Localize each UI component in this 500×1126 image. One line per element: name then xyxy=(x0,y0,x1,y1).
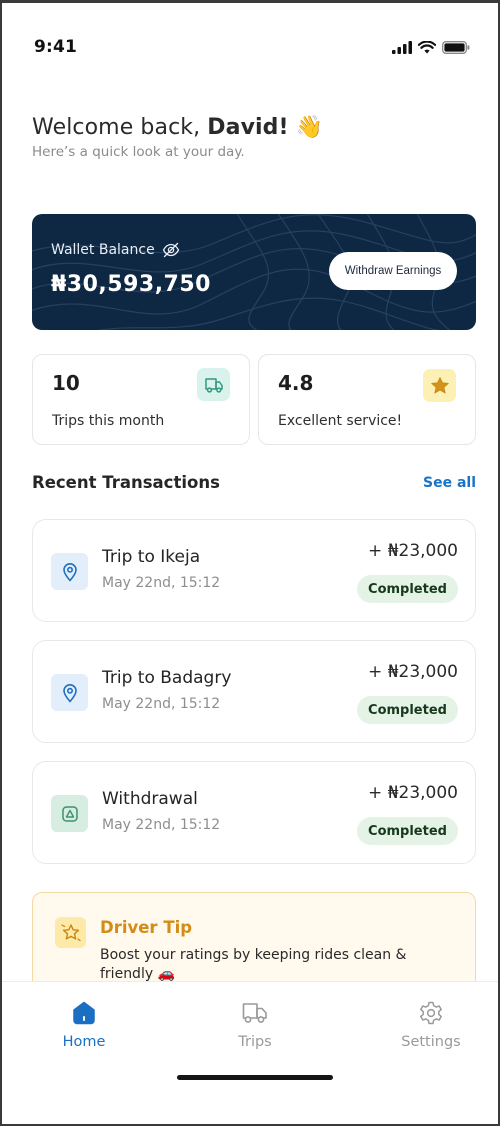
tip-title: Driver Tip xyxy=(100,918,193,937)
transaction-title: Withdrawal xyxy=(102,789,198,809)
welcome-text: Welcome back, xyxy=(32,115,208,140)
tip-body: Boost your ratings by keeping rides clea… xyxy=(100,947,407,982)
wallet-amount: ₦30,593,750 xyxy=(51,272,211,297)
see-all-link[interactable]: See all xyxy=(423,475,476,491)
withdrawal-badge xyxy=(51,795,88,832)
rating-caption: Excellent service! xyxy=(278,413,403,429)
location-pin-badge xyxy=(51,553,88,590)
wallet-label: Wallet Balance xyxy=(51,242,155,258)
transaction-item[interactable]: Withdrawal May 22nd, 15:12 + ₦23,000 Com… xyxy=(32,761,476,864)
tip-badge xyxy=(55,917,86,948)
welcome-heading: Welcome back, David! 👋 xyxy=(32,115,323,140)
trips-stat-card: 10 Trips this month xyxy=(32,354,250,445)
star-icon xyxy=(430,377,449,394)
transaction-amount: + ₦23,000 xyxy=(368,541,458,561)
eye-off-icon[interactable] xyxy=(162,242,180,258)
wallet-label-row: Wallet Balance xyxy=(51,242,180,258)
wallet-balance-card: Wallet Balance ₦30,593,750 Withdraw Earn… xyxy=(32,214,476,330)
tab-home[interactable]: Home xyxy=(29,1000,139,1050)
trips-caption: Trips this month xyxy=(52,413,165,429)
transaction-item[interactable]: Trip to Badagry May 22nd, 15:12 + ₦23,00… xyxy=(32,640,476,743)
truck-icon xyxy=(204,377,223,393)
truck-icon xyxy=(242,1003,267,1023)
location-pin-icon xyxy=(62,683,77,702)
greeting: Welcome back, David! 👋 Here’s a quick lo… xyxy=(32,115,323,160)
tab-trips-label: Trips xyxy=(238,1034,272,1050)
tab-settings-label: Settings xyxy=(401,1034,461,1050)
gear-icon xyxy=(420,1001,442,1025)
transaction-date: May 22nd, 15:12 xyxy=(102,575,221,591)
transaction-amount: + ₦23,000 xyxy=(368,783,458,803)
status-time: 9:41 xyxy=(34,37,78,57)
sparkle-star-icon xyxy=(60,924,81,942)
withdrawal-icon xyxy=(61,805,78,822)
section-title: Recent Transactions xyxy=(32,473,220,492)
recent-transactions-header: Recent Transactions See all xyxy=(32,473,476,492)
app-screen: 9:41 Welcome back, David! 👋 Here’s a qui… xyxy=(0,0,500,1126)
transaction-date: May 22nd, 15:12 xyxy=(102,817,221,833)
home-indicator xyxy=(177,1075,333,1080)
status-badge: Completed xyxy=(357,575,458,603)
welcome-subtitle: Here’s a quick look at your day. xyxy=(32,144,245,160)
rating-value: 4.8 xyxy=(278,371,314,395)
status-bar: 9:41 xyxy=(34,35,470,59)
bottom-tab-bar: Home Trips Settings xyxy=(2,981,498,1124)
transaction-title: Trip to Badagry xyxy=(102,668,232,688)
wave-emoji: 👋 xyxy=(295,115,324,140)
tab-trips[interactable]: Trips xyxy=(200,1000,310,1050)
battery-icon xyxy=(442,40,470,54)
status-badge: Completed xyxy=(357,696,458,724)
truck-badge xyxy=(197,368,230,401)
status-badge: Completed xyxy=(357,817,458,845)
user-name: David! xyxy=(207,115,289,140)
cellular-signal-icon xyxy=(392,40,412,54)
tab-settings[interactable]: Settings xyxy=(376,1000,486,1050)
tab-home-label: Home xyxy=(62,1034,106,1050)
home-icon xyxy=(73,1001,95,1025)
star-badge xyxy=(423,369,456,402)
location-pin-icon xyxy=(62,562,77,581)
transaction-item[interactable]: Trip to Ikeja May 22nd, 15:12 + ₦23,000 … xyxy=(32,519,476,622)
withdraw-earnings-button[interactable]: Withdraw Earnings xyxy=(329,252,457,290)
rating-stat-card: 4.8 Excellent service! xyxy=(258,354,476,445)
trips-count: 10 xyxy=(52,371,80,395)
transaction-title: Trip to Ikeja xyxy=(102,547,201,567)
wifi-icon xyxy=(418,40,436,53)
transaction-date: May 22nd, 15:12 xyxy=(102,696,221,712)
status-icons xyxy=(392,40,470,54)
transaction-amount: + ₦23,000 xyxy=(368,662,458,682)
location-pin-badge xyxy=(51,674,88,711)
